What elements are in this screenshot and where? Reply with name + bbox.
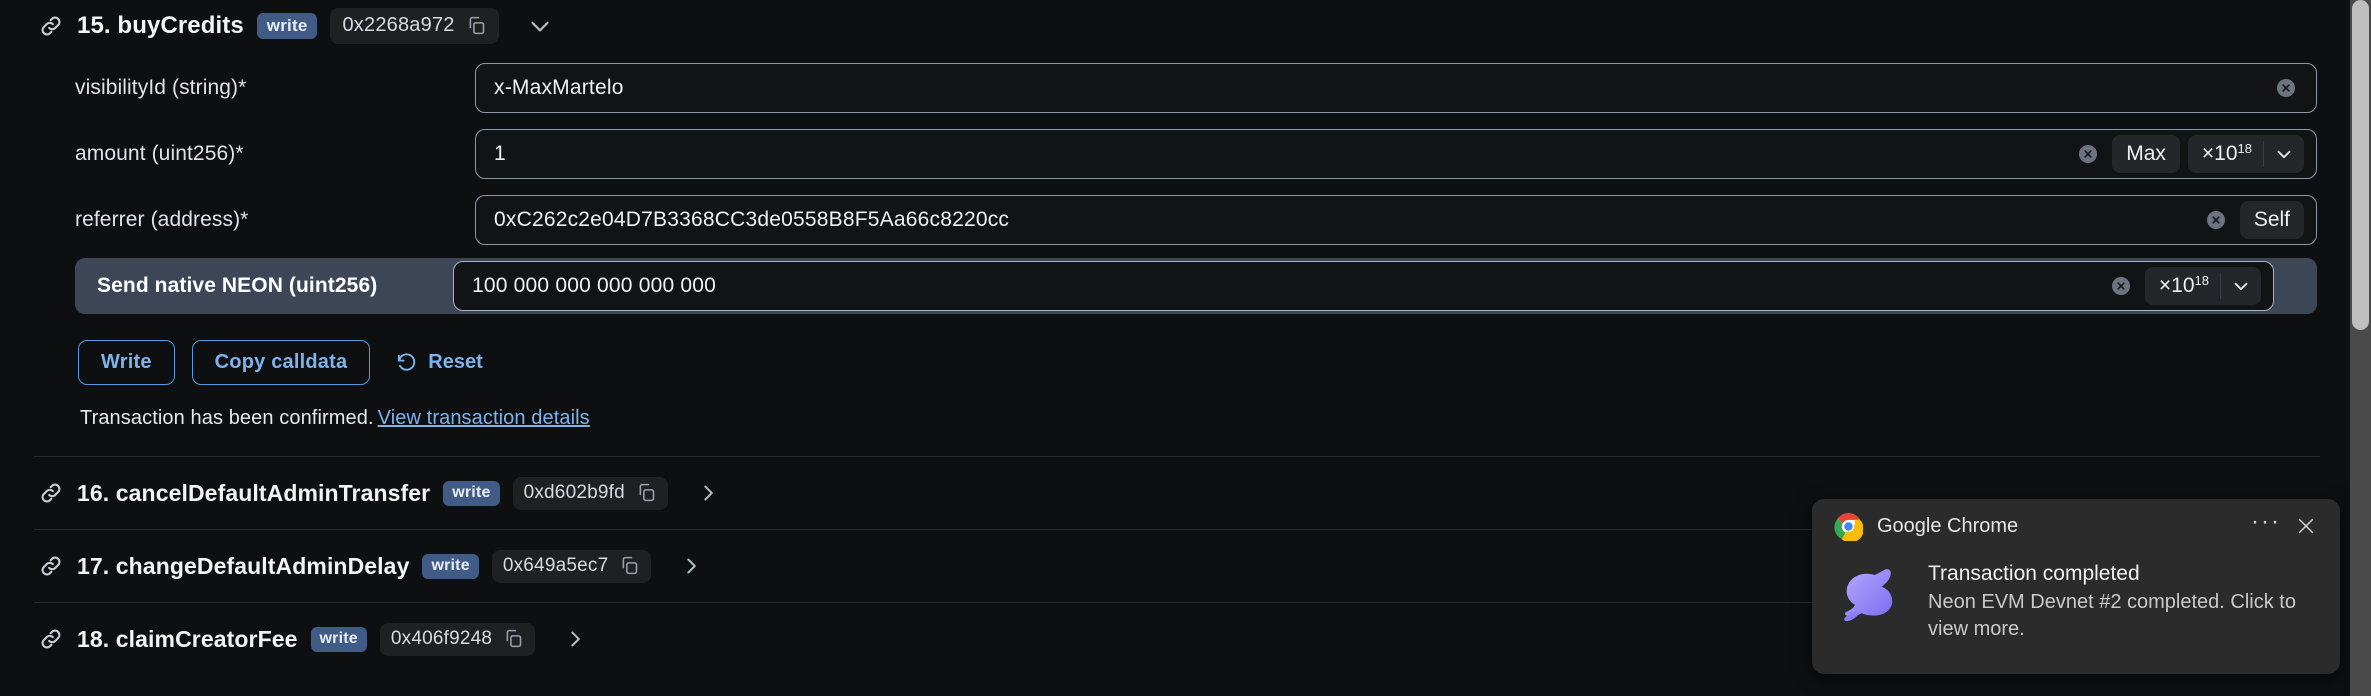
function-name: 17. changeDefaultAdminDelay	[77, 552, 410, 579]
param-input-referrer[interactable]: 0xC262c2e04D7B3368CC3de0558B8F5Aa66c8220…	[475, 195, 2317, 245]
clear-circle-icon[interactable]	[2109, 274, 2133, 298]
toast-text: Transaction completed Neon EVM Devnet #2…	[1928, 557, 2320, 642]
mutability-badge: write	[443, 480, 500, 506]
function-selector: 0xd602b9fd	[523, 481, 625, 503]
mutability-badge: write	[310, 626, 367, 652]
reset-button[interactable]: Reset	[395, 351, 483, 374]
link-icon[interactable]	[38, 480, 64, 506]
vertical-scrollbar-thumb[interactable]	[2352, 0, 2369, 330]
function-selector-chip[interactable]: 0x2268a972	[330, 8, 499, 44]
copy-icon[interactable]	[619, 555, 640, 576]
clear-circle-icon[interactable]	[2204, 208, 2228, 232]
self-button[interactable]: Self	[2239, 201, 2304, 239]
notification-toast[interactable]: Google Chrome ··· Transaction completed …	[1812, 499, 2340, 674]
write-button[interactable]: Write	[78, 340, 175, 385]
param-input-send-native-neon[interactable]: 100 000 000 000 000 000 ×10 18	[453, 261, 2274, 311]
chevron-right-icon[interactable]	[695, 480, 721, 506]
referrer-adornments: Self	[2239, 201, 2304, 239]
chevron-right-icon[interactable]	[678, 553, 704, 579]
param-input-amount[interactable]: 1 Max ×10 18	[475, 129, 2317, 179]
exponent-label: ×10 18	[2158, 273, 2209, 297]
param-label: amount (uint256)*	[75, 142, 244, 165]
param-row-visibilityid: visibilityId (string)* x-MaxMartelo	[0, 60, 2350, 116]
view-transaction-details-link[interactable]: View transaction details	[378, 407, 590, 429]
param-label: visibilityId (string)*	[75, 76, 247, 99]
clear-circle-icon[interactable]	[2076, 142, 2100, 166]
transaction-status: Transaction has been confirmed. View tran…	[0, 407, 2350, 430]
copy-icon[interactable]	[503, 628, 524, 649]
param-input-visibilityid[interactable]: x-MaxMartelo	[475, 63, 2317, 113]
mutability-badge: write	[422, 553, 479, 579]
action-buttons: Write Copy calldata Reset	[0, 340, 2350, 385]
param-value: x-MaxMartelo	[494, 76, 624, 99]
function-selector-chip[interactable]: 0x406f9248	[379, 622, 536, 656]
toast-body: Transaction completed Neon EVM Devnet #2…	[1812, 553, 2340, 642]
link-icon[interactable]	[38, 553, 64, 579]
chrome-logo-icon	[1834, 512, 1863, 541]
param-value: 1	[494, 142, 506, 165]
status-text: Transaction has been confirmed.	[80, 407, 374, 429]
chevron-right-icon[interactable]	[562, 626, 588, 652]
close-icon[interactable]	[2286, 506, 2326, 546]
toast-app-name: Google Chrome	[1877, 514, 2019, 537]
neon-rabbit-icon	[1836, 557, 1912, 633]
toast-header: Google Chrome ···	[1812, 499, 2340, 553]
exponent-value: 18	[2194, 273, 2209, 288]
copy-icon[interactable]	[636, 482, 657, 503]
exponent-select-amount[interactable]: ×10 18	[2187, 135, 2304, 173]
function-selector: 0x2268a972	[342, 14, 455, 36]
parameter-list: visibilityId (string)* x-MaxMartelo amou…	[0, 60, 2350, 314]
exponent-label: ×10 18	[2201, 141, 2252, 165]
toast-title: Transaction completed	[1928, 562, 2140, 585]
function-selector: 0x406f9248	[390, 627, 493, 649]
reset-label: Reset	[428, 351, 483, 373]
link-icon[interactable]	[38, 13, 64, 39]
expanded-function-header[interactable]: 15. buyCredits write 0x2268a972	[0, 4, 2350, 48]
collapse-chevron-down-icon[interactable]	[525, 11, 555, 41]
chevron-down-icon[interactable]	[2264, 143, 2304, 165]
copy-calldata-button[interactable]: Copy calldata	[191, 340, 371, 385]
reset-arrow-icon	[395, 351, 418, 374]
clear-circle-icon[interactable]	[2274, 76, 2298, 100]
param-row-send-native-neon: Send native NEON (uint256) 100 000 000 0…	[75, 258, 2317, 314]
link-icon[interactable]	[38, 626, 64, 652]
copy-icon[interactable]	[466, 15, 487, 36]
function-name: 18. claimCreatorFee	[77, 625, 298, 652]
vertical-scrollbar-track[interactable]	[2350, 0, 2371, 696]
toast-description: Neon EVM Devnet #2 completed. Click to v…	[1928, 591, 2296, 640]
native-adornments: ×10 18	[2144, 267, 2261, 305]
function-name: 16. cancelDefaultAdminTransfer	[77, 479, 431, 506]
chevron-down-icon[interactable]	[2221, 275, 2261, 297]
function-selector: 0x649a5ec7	[502, 554, 609, 576]
param-value: 0xC262c2e04D7B3368CC3de0558B8F5Aa66c8220…	[494, 208, 1010, 231]
amount-adornments: Max ×10 18	[2112, 135, 2304, 173]
function-selector-chip[interactable]: 0xd602b9fd	[512, 476, 668, 510]
param-row-referrer: referrer (address)* 0xC262c2e04D7B3368CC…	[0, 192, 2350, 248]
function-title: 15. buyCredits	[77, 12, 244, 39]
max-button[interactable]: Max	[2112, 135, 2180, 173]
param-value: 100 000 000 000 000 000	[472, 274, 716, 297]
more-options-icon[interactable]: ···	[2246, 506, 2286, 546]
param-label: referrer (address)*	[75, 208, 249, 231]
param-row-amount: amount (uint256)* 1 Max ×10 18	[0, 126, 2350, 182]
function-selector-chip[interactable]: 0x649a5ec7	[491, 549, 652, 583]
exponent-value: 18	[2237, 141, 2252, 156]
mutability-badge: write	[256, 13, 318, 39]
param-label: Send native NEON (uint256)	[97, 274, 378, 297]
exponent-select-native[interactable]: ×10 18	[2144, 267, 2261, 305]
